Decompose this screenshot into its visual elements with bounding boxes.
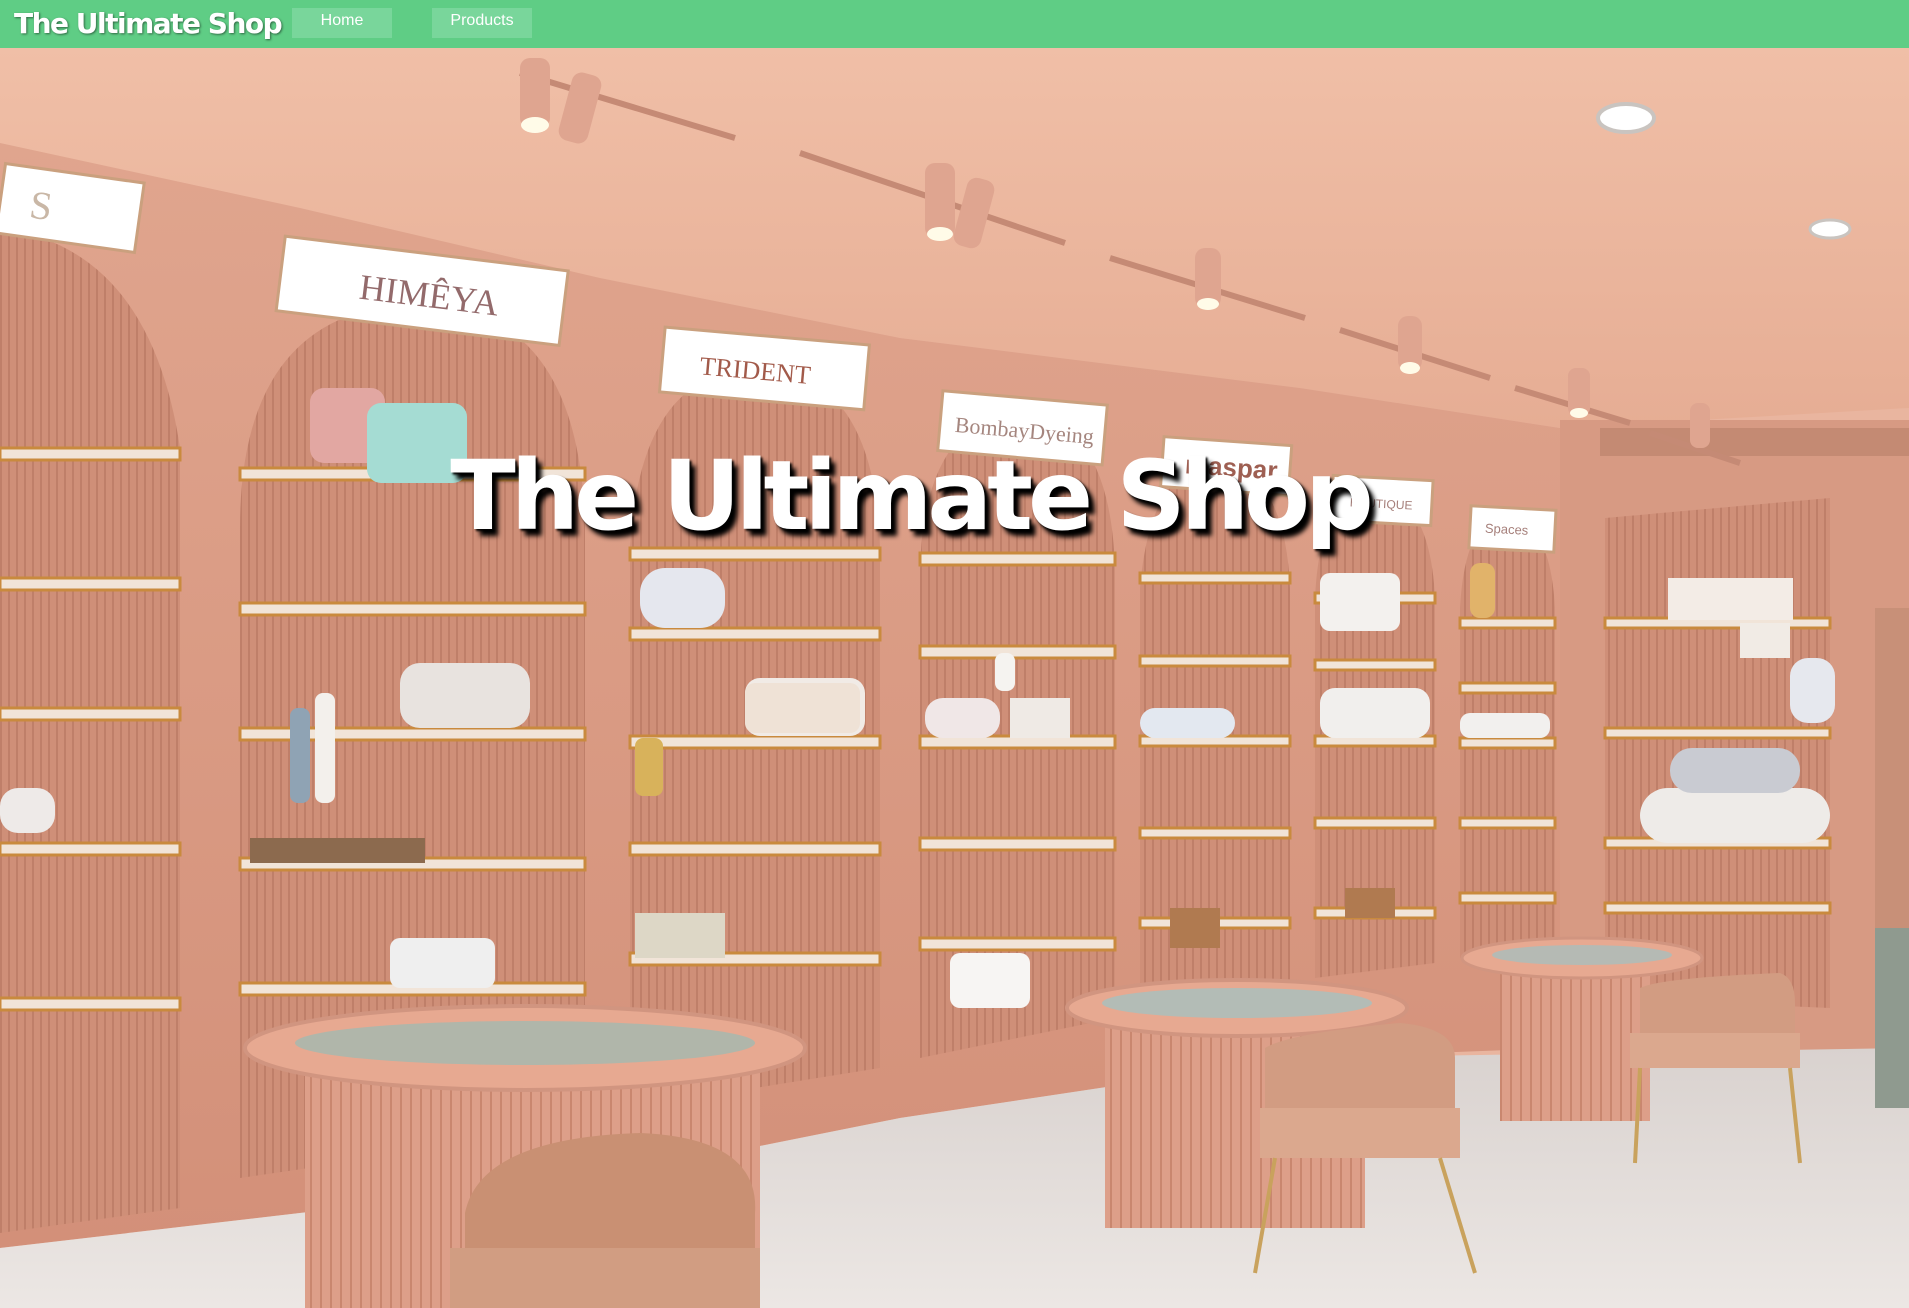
- top-navigation-bar: The Ultimate Shop Home Products: [0, 0, 1909, 48]
- hero-image: S HIMÊYA TRIDENT BombayDyeing maspar BOU…: [0, 48, 1909, 1308]
- hero-title: The Ultimate Shop: [450, 440, 1373, 552]
- nav-home-button[interactable]: Home: [292, 8, 392, 38]
- nav-products-button[interactable]: Products: [432, 8, 532, 38]
- brand-logo-text[interactable]: The Ultimate Shop: [14, 4, 283, 44]
